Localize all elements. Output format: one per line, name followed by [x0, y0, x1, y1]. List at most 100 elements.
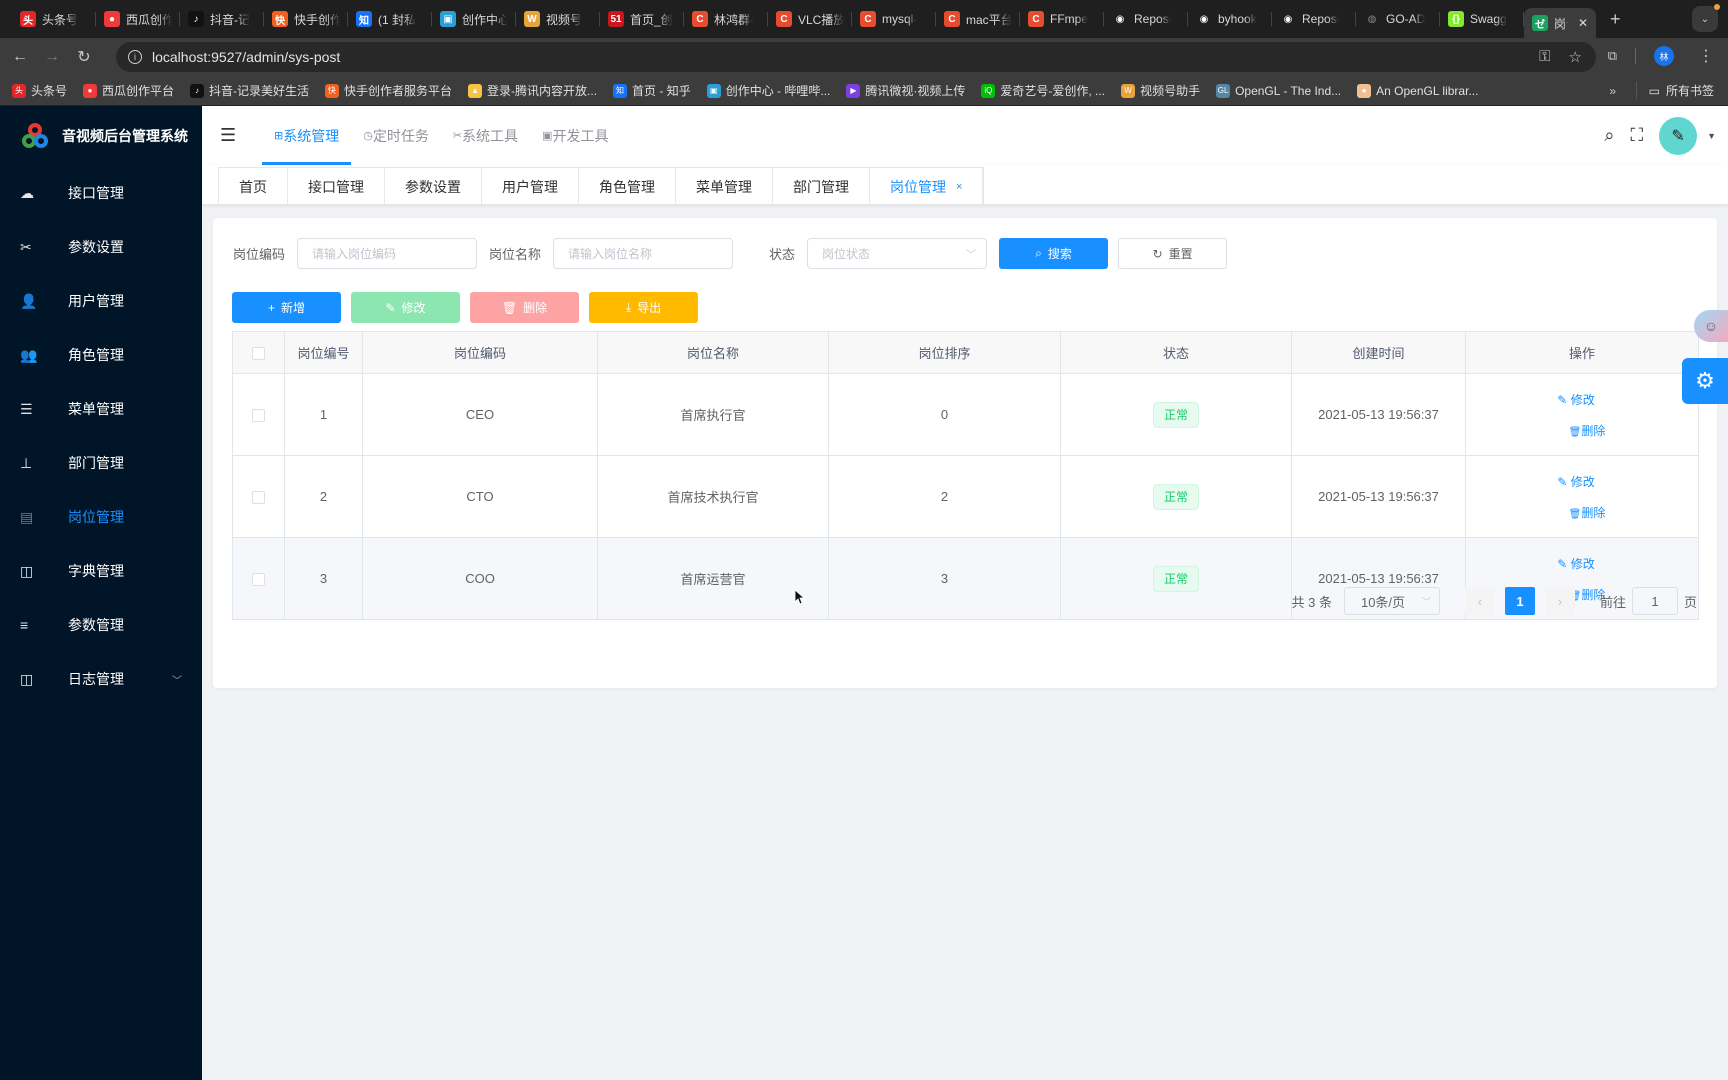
bookmark-item[interactable]: W 视频号助手: [1121, 82, 1200, 99]
browser-tab[interactable]: C 林鸿群-: [684, 0, 768, 38]
tag-7[interactable]: 部门管理: [773, 168, 870, 206]
user-avatar[interactable]: ✎: [1659, 116, 1698, 155]
tab-search-button[interactable]: ⌄: [1692, 4, 1720, 32]
row-edit-link[interactable]: ✎ 修改: [1557, 391, 1594, 408]
goto-page-input[interactable]: 1: [1631, 587, 1678, 615]
bookmark-item[interactable]: ▶ 腾讯微视·视频上传: [846, 82, 965, 99]
all-bookmarks-button[interactable]: ▭ 所有书签: [1635, 82, 1714, 99]
export-button[interactable]: ⤓ 导出: [589, 292, 698, 323]
extensions-icon[interactable]: ⧉: [1608, 48, 1617, 64]
select-all-checkbox[interactable]: [252, 347, 265, 361]
table-row[interactable]: 2 CTO 首席技术执行官 2 正常 2021-05-13 19:56:37 ✎ 修改 🗑删除: [232, 455, 1699, 538]
bookmark-item[interactable]: 头头条号: [12, 82, 67, 99]
browser-tab[interactable]: ◉ byhook: [1188, 0, 1272, 38]
search-icon[interactable]: ⌕: [1604, 125, 1614, 146]
settings-gear-icon[interactable]: ⚙: [1682, 358, 1728, 404]
browser-tab[interactable]: Cmac平台: [936, 0, 1020, 38]
page-size-select[interactable]: 10条/页 ﹀: [1343, 587, 1440, 615]
reload-button[interactable]: ↻: [68, 47, 100, 67]
browser-tab[interactable]: ◉ Reposi: [1104, 0, 1188, 38]
sidebar-item-8[interactable]: ◫ 字典管理: [0, 544, 202, 598]
sidebar-item-4[interactable]: 👥 角色管理: [0, 328, 202, 382]
status-select[interactable]: 岗位状态 ﹀: [807, 238, 988, 269]
caret-down-icon[interactable]: ▼: [1707, 131, 1716, 141]
sidebar-item-3[interactable]: 👤 用户管理: [0, 274, 202, 328]
tag-4[interactable]: 用户管理: [482, 168, 579, 206]
row-delete-link[interactable]: 🗑删除: [1569, 422, 1606, 439]
bookmark-item[interactable]: 快快手创作者服务平台: [325, 82, 452, 99]
bookmark-item[interactable]: ● An OpenGL librar...: [1357, 83, 1478, 98]
password-key-icon[interactable]: ⚿: [1539, 48, 1550, 66]
reset-button[interactable]: ↻ 重置: [1118, 238, 1228, 269]
sidebar-item-2[interactable]: ✂ 参数设置: [0, 220, 202, 274]
row-edit-link[interactable]: ✎ 修改: [1557, 555, 1594, 572]
browser-tab[interactable]: 51 首页_创: [600, 0, 684, 38]
bookmark-item[interactable]: ▲ 登录-腾讯内容开放...: [468, 82, 597, 99]
site-info-icon[interactable]: i: [128, 50, 142, 64]
close-tab-icon[interactable]: ✕: [1578, 16, 1588, 30]
browser-tab[interactable]: ▣ 创作中心: [432, 0, 516, 38]
prev-page-button[interactable]: ‹: [1464, 587, 1495, 615]
tag-8[interactable]: 岗位管理 ×: [870, 168, 984, 206]
post-code-input[interactable]: 请输入岗位编码: [297, 238, 478, 269]
browser-tab[interactable]: 知 (1 封私: [348, 0, 432, 38]
row-checkbox[interactable]: [252, 409, 265, 423]
search-button[interactable]: ⌕ 搜索: [999, 238, 1109, 269]
row-checkbox[interactable]: [252, 573, 265, 587]
browser-tab-active[interactable]: ゼ岗位 ✕: [1524, 8, 1596, 38]
new-tab-button[interactable]: +: [1610, 9, 1621, 30]
post-name-input[interactable]: 请输入岗位名称: [553, 238, 734, 269]
tag-2[interactable]: 接口管理: [288, 168, 385, 206]
browser-tab[interactable]: ● 西瓜创作: [96, 0, 180, 38]
forward-button[interactable]: →: [36, 48, 68, 66]
tag-3[interactable]: 参数设置: [385, 168, 482, 206]
browser-tab[interactable]: 头头条号: [12, 0, 96, 38]
sidebar-item-10[interactable]: ◫ 日志管理 ﹀: [0, 652, 202, 706]
profile-avatar[interactable]: 林: [1654, 46, 1674, 66]
browser-tab[interactable]: {} Swagg: [1440, 0, 1524, 38]
tag-5[interactable]: 角色管理: [579, 168, 676, 206]
table-row[interactable]: 1 CEO 首席执行官 0 正常 2021-05-13 19:56:37 ✎ 修改 🗑删除: [232, 373, 1699, 456]
edit-button[interactable]: ✎ 修改: [351, 292, 460, 323]
close-tag-icon[interactable]: ×: [956, 181, 962, 193]
row-edit-link[interactable]: ✎ 修改: [1557, 473, 1594, 490]
sidebar-item-1[interactable]: ☁ 接口管理: [0, 166, 202, 220]
hamburger-toggle-icon[interactable]: ☰: [220, 125, 242, 146]
top-nav-item-1[interactable]: ⊞ 系统管理: [262, 106, 352, 165]
sidebar-item-6[interactable]: ⊥ 部门管理: [0, 436, 202, 490]
browser-tab[interactable]: 快快手创作: [264, 0, 348, 38]
back-button[interactable]: ←: [4, 48, 36, 66]
browser-tab[interactable]: C FFmpe: [1020, 0, 1104, 38]
tag-6[interactable]: 菜单管理: [676, 168, 773, 206]
browser-tab[interactable]: W 视频号: [516, 0, 600, 38]
top-nav-item-4[interactable]: ▣ 开发工具: [530, 106, 620, 165]
fullscreen-icon[interactable]: ⛶: [1630, 125, 1643, 146]
top-nav-item-3[interactable]: ✂ 系统工具: [441, 106, 530, 165]
bookmark-item[interactable]: ● 西瓜创作平台: [83, 82, 174, 99]
url-text[interactable]: localhost:9527/admin/sys-post: [152, 49, 340, 65]
bookmark-star-icon[interactable]: ☆: [1569, 48, 1582, 66]
browser-tab[interactable]: ♪ 抖音-记: [180, 0, 264, 38]
bookmarks-overflow-button[interactable]: »: [1609, 84, 1616, 98]
browser-menu-icon[interactable]: ⋮: [1698, 46, 1714, 66]
address-bar[interactable]: i localhost:9527/admin/sys-post ⚿ ☆: [116, 42, 1596, 72]
floating-assistant-icon[interactable]: ☺: [1694, 310, 1728, 342]
app-logo[interactable]: 音视频后台管理系统: [0, 106, 202, 166]
browser-tab[interactable]: C VLC播放: [768, 0, 852, 38]
sidebar-item-9[interactable]: ≡ 参数管理: [0, 598, 202, 652]
bookmark-item[interactable]: 知首页 - 知乎: [613, 82, 691, 99]
sidebar-item-7[interactable]: ▤ 岗位管理: [0, 490, 202, 544]
browser-tab[interactable]: ◍ GO-AD: [1356, 0, 1440, 38]
sidebar-item-5[interactable]: ☰ 菜单管理: [0, 382, 202, 436]
browser-tab[interactable]: Cmysql-: [852, 0, 936, 38]
tag-1[interactable]: 首页: [219, 168, 288, 206]
bookmark-item[interactable]: GL OpenGL - The Ind...: [1216, 83, 1341, 98]
browser-tab[interactable]: ◉ Reposi: [1272, 0, 1356, 38]
row-delete-link[interactable]: 🗑删除: [1569, 504, 1606, 521]
top-nav-item-2[interactable]: ◷ 定时任务: [351, 106, 441, 165]
delete-button[interactable]: 🗑 删除: [470, 292, 579, 323]
row-checkbox[interactable]: [252, 491, 265, 505]
add-button[interactable]: + 新增: [232, 292, 341, 323]
next-page-button[interactable]: ›: [1544, 587, 1575, 615]
bookmark-item[interactable]: iQ 爱奇艺号-爱创作, ...: [981, 82, 1105, 99]
